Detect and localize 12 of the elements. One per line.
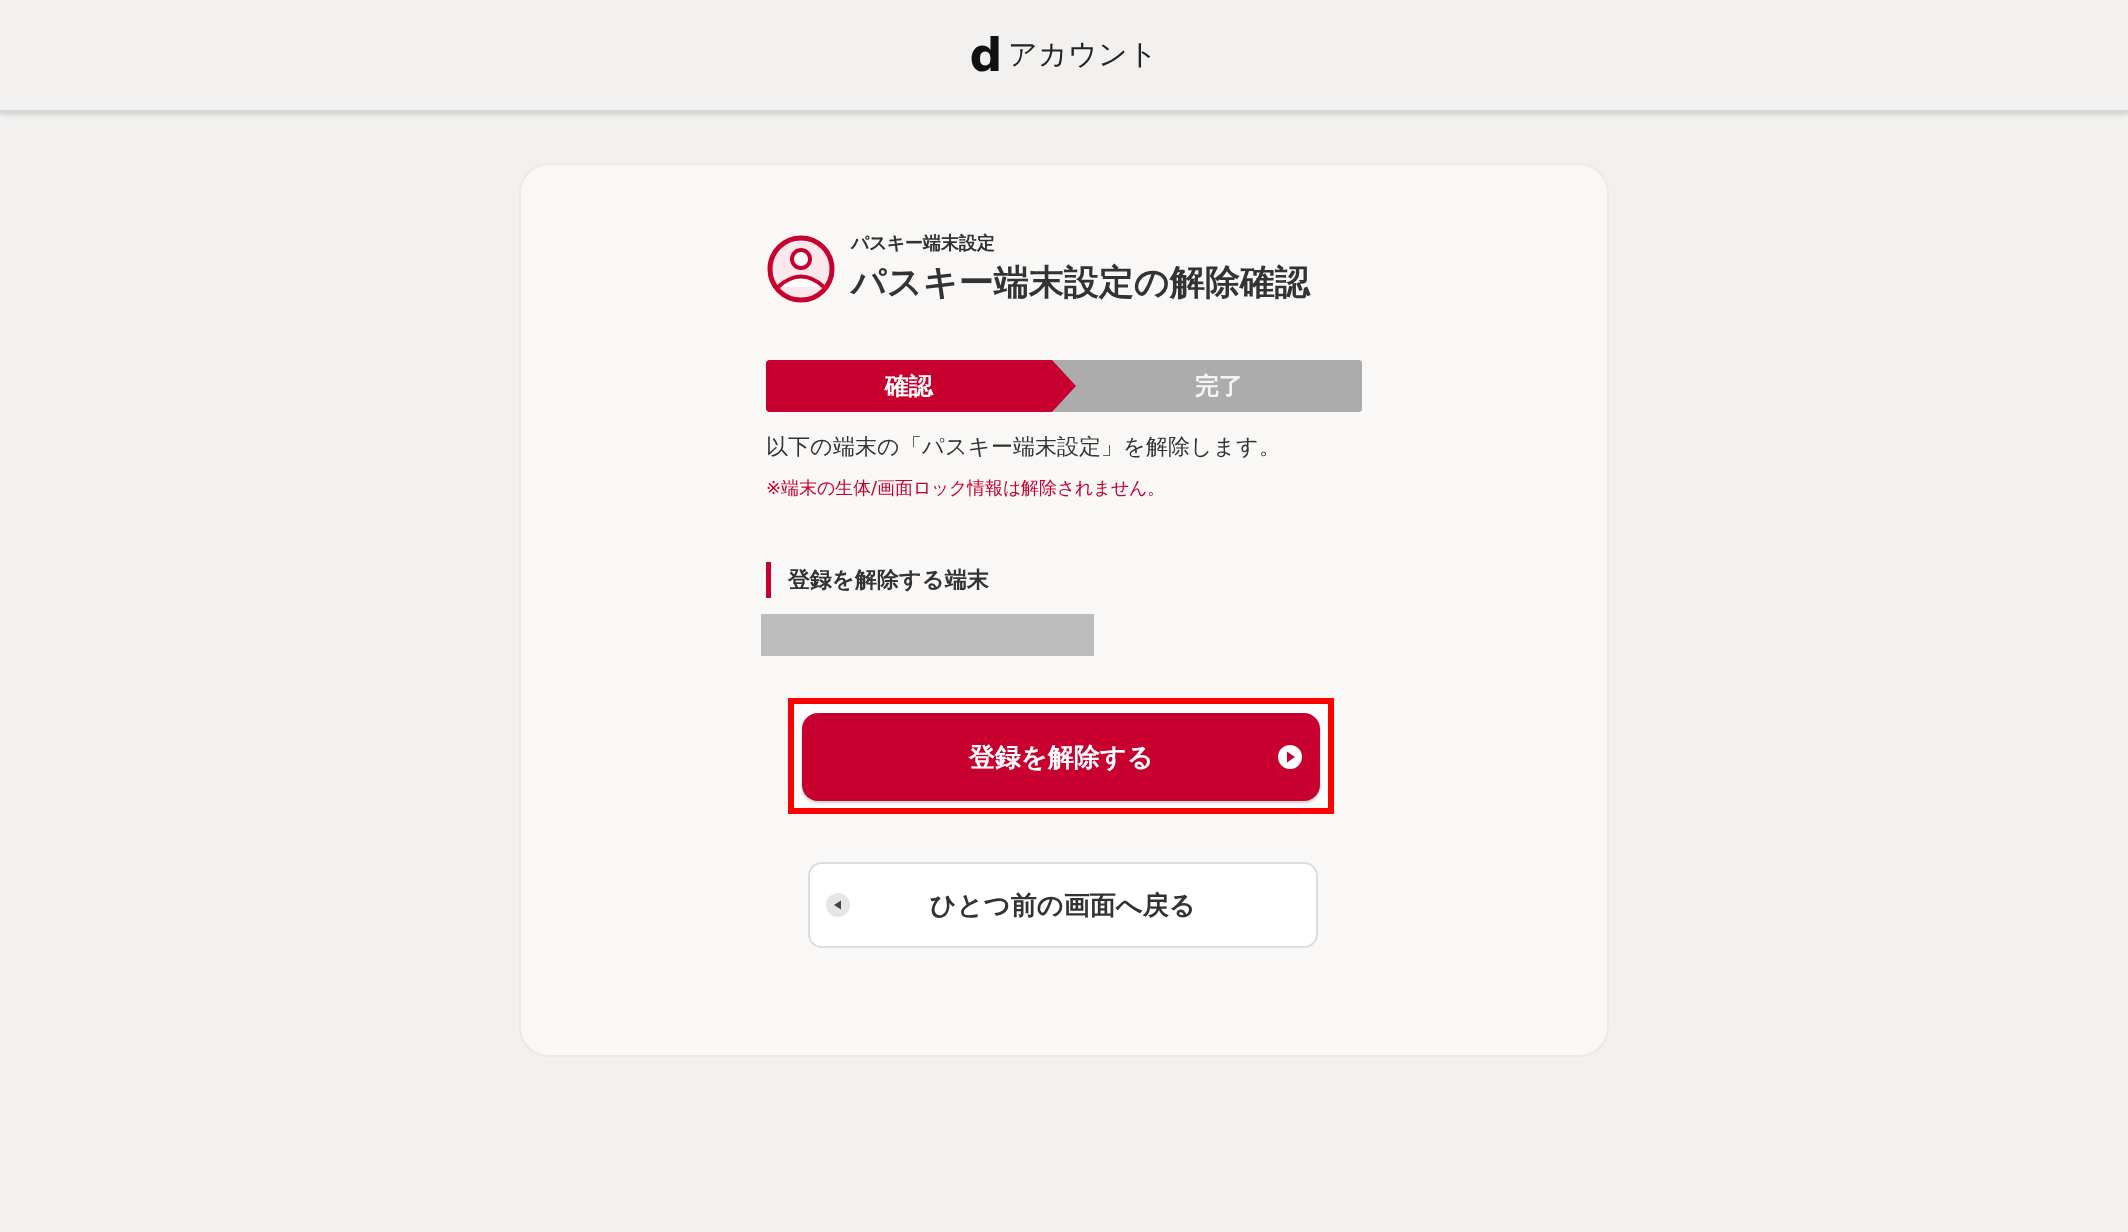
user-icon	[766, 233, 836, 304]
section-heading: 登録を解除する端末	[766, 562, 1362, 598]
unregister-button[interactable]: 登録を解除する	[802, 713, 1320, 801]
logo-text: アカウント	[1008, 36, 1159, 73]
back-button[interactable]: ひとつ前の画面へ戻る	[808, 862, 1318, 948]
logo-letter: d	[969, 32, 1003, 78]
progress-step: 確認	[766, 360, 1076, 412]
play-icon	[1278, 745, 1302, 769]
description-text: 以下の端末の「パスキー端末設定」を解除します。	[766, 433, 1282, 461]
page-subtitle: パスキー端末設定	[851, 231, 996, 255]
page-title: パスキー端末設定の解除確認	[851, 261, 1310, 304]
note-text: ※端末の生体/画面ロック情報は解除されません。	[766, 476, 1167, 500]
